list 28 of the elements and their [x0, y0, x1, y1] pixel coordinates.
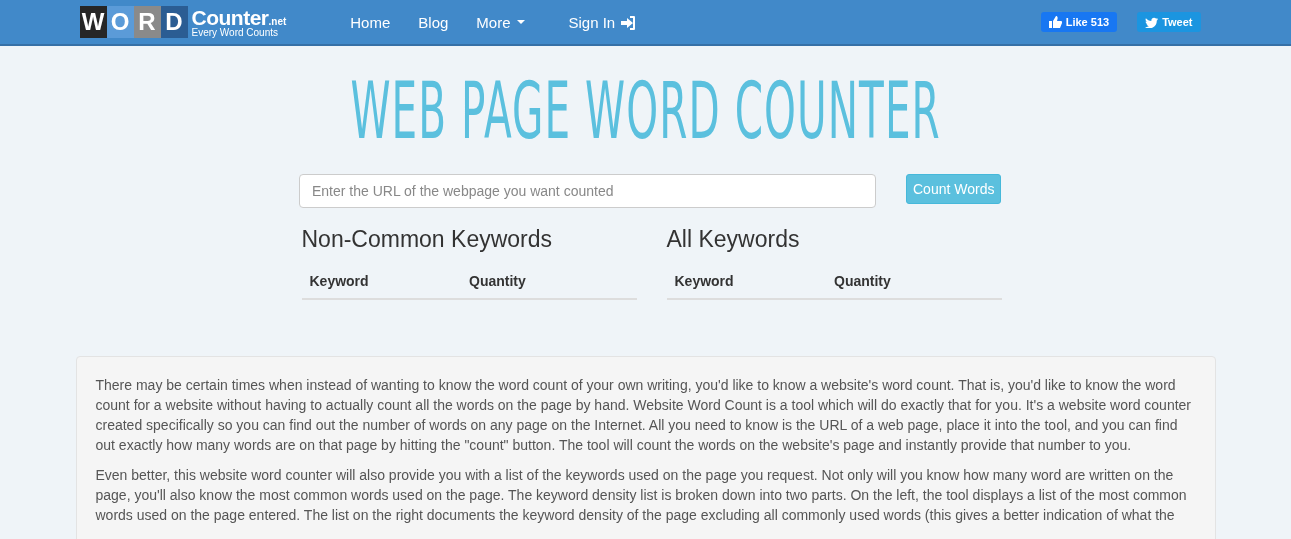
logo-letter: D — [160, 6, 188, 38]
section-heading: Non-Common Keywords — [301, 226, 554, 253]
logo-name: Counter — [191, 6, 269, 28]
page-title: WEB PAGE WORD COUNTER — [350, 66, 941, 156]
thumbs-up-icon — [1048, 16, 1062, 28]
logo-domain: .net — [268, 16, 287, 27]
column-header: Keyword — [309, 273, 370, 289]
caret-icon — [516, 20, 525, 24]
column-header: Quantity — [834, 273, 892, 289]
logo-letter: O — [106, 6, 134, 38]
column-header: Keyword — [674, 273, 735, 289]
logo-tagline: Every Word Counts — [191, 27, 279, 38]
nav-link[interactable]: Blog — [404, 0, 463, 44]
nav-link[interactable]: Home — [336, 0, 405, 44]
logo-letter: W — [79, 6, 107, 38]
tweet-button[interactable]: Tweet — [1137, 12, 1201, 32]
sign-in-icon — [621, 14, 636, 30]
nav-dropdown[interactable]: More — [462, 0, 539, 44]
count-words-button[interactable]: Count Words — [906, 174, 1002, 204]
nav-link[interactable]: Sign In — [554, 0, 650, 44]
bird-icon — [1145, 16, 1159, 28]
paragraph: There may be certain times when instead of wanting to know the word count of your own writing, you'd like to know a website's word count. That is, you'd like to know the word count for a website without having to actually count all the words on the page by hand. Website Word Count is a tool which will do exactly that for you. It's a website word counter created specifically so you can find out the number of words on any page on the Internet. All you need to know is the URL of a web page, place it into the tool, and you can find out exactly how many words are on that page by hitting the "count" button. The tool will count the words on the website's page and instantly provide that number to you. — [95, 376, 1193, 455]
section-heading: All Keywords — [666, 226, 801, 253]
logo-letter: R — [133, 6, 161, 38]
url-input[interactable]: Enter the URL of the webpage you want counted — [299, 174, 876, 208]
column-header: Quantity — [469, 273, 527, 289]
paragraph: Even better, this website word counter will also provide you with a list of the keywords used on the page you request. Not only will you know how many word are written on the page, you'll also know the most common words used on the page. The keyword density list is broken down into two parts. On the left, the tool displays a list of the most common words used on the page entered. The list on the right documents the keyword density of the page excluding all commonly used words (this gives a better indication of what the — [95, 466, 1188, 525]
like-button[interactable]: Like 513 — [1040, 12, 1118, 32]
